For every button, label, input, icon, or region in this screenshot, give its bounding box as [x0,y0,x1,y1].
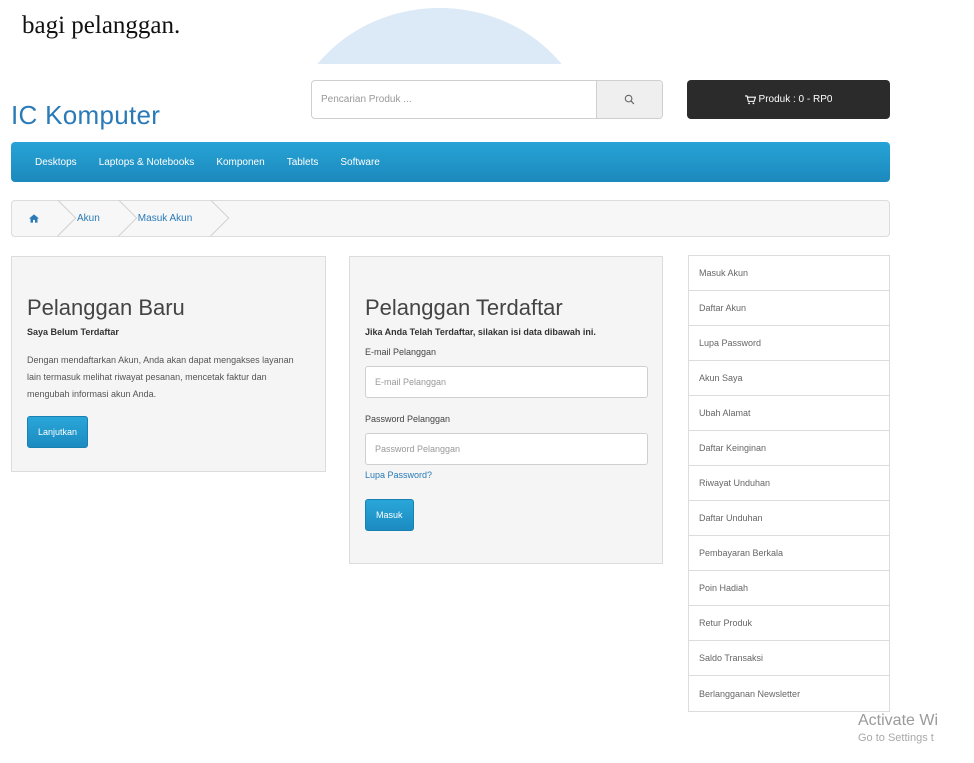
sidebar-item-akun-saya[interactable]: Akun Saya [689,361,889,396]
sidebar-item-berlangganan-newsletter[interactable]: Berlangganan Newsletter [689,676,889,711]
nav-item-komponen[interactable]: Komponen [216,157,264,168]
breadcrumb-item-akun[interactable]: Akun [77,213,100,224]
email-label: E-mail Pelanggan [365,347,437,357]
search-input[interactable] [312,81,596,118]
registered-customer-title: Pelanggan Terdaftar [365,295,563,320]
search-button[interactable] [596,81,662,118]
password-field[interactable] [365,433,648,465]
sidebar-item-daftar-unduhan[interactable]: Daftar Unduhan [689,501,889,536]
sidebar-item-daftar-keinginan[interactable]: Daftar Keinginan [689,431,889,466]
account-menu: Masuk Akun Daftar Akun Lupa Password Aku… [688,255,890,712]
breadcrumb-home[interactable] [29,214,39,223]
document-decoration [287,0,592,64]
sidebar-item-daftar-akun[interactable]: Daftar Akun [689,291,889,326]
nav-item-tablets[interactable]: Tablets [287,157,319,168]
cart-icon [744,94,756,104]
main-nav: Desktops Laptops & Notebooks Komponen Ta… [11,142,890,182]
sidebar-item-masuk-akun[interactable]: Masuk Akun [689,256,889,291]
watermark-title: Activate Wi [858,712,939,729]
sidebar-item-saldo-transaksi[interactable]: Saldo Transaksi [689,641,889,676]
sidebar-item-lupa-password[interactable]: Lupa Password [689,326,889,361]
sidebar-item-pembayaran-berkala[interactable]: Pembayaran Berkala [689,536,889,571]
new-customer-title: Pelanggan Baru [27,295,185,320]
home-icon [29,214,39,223]
password-label: Password Pelanggan [365,414,451,424]
new-customer-subtitle: Saya Belum Terdaftar [27,327,119,337]
sidebar-item-poin-hadiah[interactable]: Poin Hadiah [689,571,889,606]
cart-button[interactable]: Produk : 0 - RP0 [687,80,890,119]
new-customer-panel: Pelanggan Baru Saya Belum Terdaftar Deng… [11,256,326,472]
breadcrumb-separator [51,200,65,237]
registered-customer-subtitle: Jika Anda Telah Terdaftar, silakan isi d… [365,327,596,337]
breadcrumb: Akun Masuk Akun [11,200,890,237]
nav-item-desktops[interactable]: Desktops [35,157,77,168]
sidebar-item-riwayat-unduhan[interactable]: Riwayat Unduhan [689,466,889,501]
sidebar-item-ubah-alamat[interactable]: Ubah Alamat [689,396,889,431]
search-icon [624,94,635,105]
nav-item-laptops-notebooks[interactable]: Laptops & Notebooks [99,157,195,168]
login-button[interactable]: Masuk [365,499,414,531]
document-caption: bagi pelanggan. [22,12,181,39]
breadcrumb-item-masuk-akun[interactable]: Masuk Akun [138,213,192,224]
new-customer-description: Dengan mendaftarkan Akun, Anda akan dapa… [27,355,294,399]
store-logo[interactable]: IC Komputer [11,100,160,131]
registered-customer-panel: Pelanggan Terdaftar Jika Anda Telah Terd… [349,256,663,564]
forgot-password-link[interactable]: Lupa Password? [365,470,432,480]
breadcrumb-separator [112,200,126,237]
continue-button[interactable]: Lanjutkan [27,416,89,448]
cart-label: Produk : 0 - RP0 [758,94,833,105]
watermark-subtitle: Go to Settings t [858,732,934,744]
breadcrumb-separator [204,200,218,237]
email-field[interactable] [365,366,648,398]
search-box [311,80,663,119]
nav-item-software[interactable]: Software [340,157,379,168]
sidebar-item-retur-produk[interactable]: Retur Produk [689,606,889,641]
activation-watermark: Activate Wi Go to Settings t [858,712,974,744]
